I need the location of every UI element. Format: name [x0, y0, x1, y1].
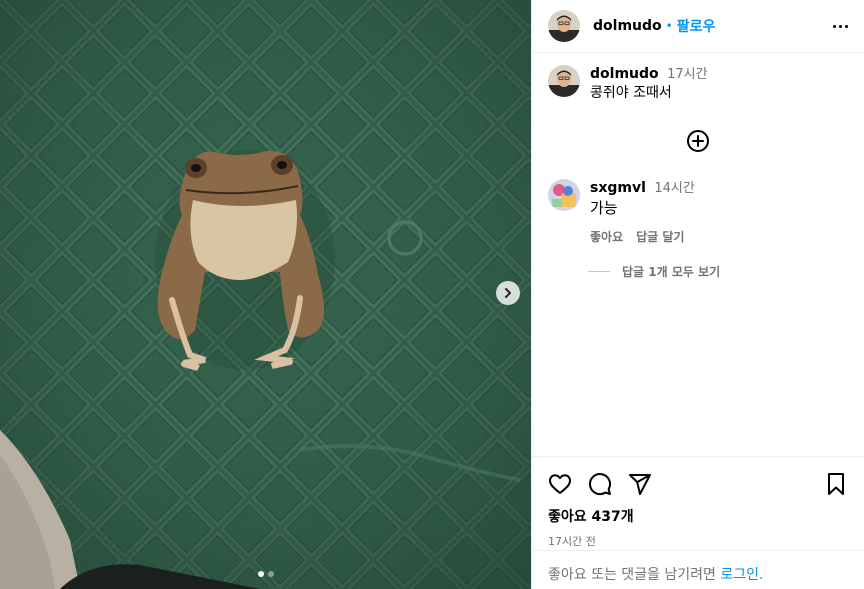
post-time-ago[interactable]: 17시간 전	[548, 533, 848, 549]
heart-icon[interactable]	[548, 472, 572, 496]
login-prompt-text: 좋아요 또는 댓글을 남기려면	[548, 567, 721, 583]
login-link[interactable]: 로그인	[720, 567, 759, 583]
replies-divider	[588, 271, 610, 272]
view-replies-button[interactable]: 답글 1개 모두 보기	[588, 263, 848, 280]
likes-count[interactable]: 좋아요 437개	[548, 506, 848, 526]
comment-reply-button[interactable]: 답글 달기	[636, 228, 684, 245]
post-media[interactable]	[0, 0, 531, 589]
post-photo	[0, 0, 531, 589]
caption-username[interactable]: dolmudo	[590, 66, 659, 82]
caption-text: 콩쥐야 조때서	[590, 85, 672, 101]
next-slide-button[interactable]	[496, 281, 520, 305]
carousel-dot-active	[257, 571, 264, 577]
comment-username[interactable]: sxgmvl	[590, 180, 646, 196]
share-icon[interactable]	[628, 472, 652, 496]
view-replies-label: 답글 1개 모두 보기	[622, 265, 721, 279]
post-side-panel: dolmudo • 팔로우 dolmudo 17시간 콩쥐야 조때서 sxgmv…	[531, 0, 864, 589]
login-prompt: 좋아요 또는 댓글을 남기려면 로그인.	[532, 550, 864, 584]
comment-item: sxgmvl 14시간 가능 좋아요 답글 달기	[548, 179, 848, 245]
separator-dot: •	[665, 19, 673, 33]
caption-avatar[interactable]	[548, 65, 580, 97]
comment-time[interactable]: 14시간	[654, 181, 694, 196]
author-avatar[interactable]	[548, 10, 580, 42]
carousel-dot	[267, 571, 274, 577]
login-prompt-suffix: .	[759, 567, 764, 583]
avatar-image	[548, 179, 580, 211]
comment-icon[interactable]	[588, 472, 612, 496]
comment-like-button[interactable]: 좋아요	[590, 228, 623, 245]
carousel-dots	[0, 571, 531, 577]
bookmark-icon[interactable]	[824, 472, 848, 496]
commenter-avatar[interactable]	[548, 179, 580, 211]
caption: dolmudo 17시간 콩쥐야 조때서	[548, 65, 848, 102]
comments-section: dolmudo 17시간 콩쥐야 조때서 sxgmvl 14시간 가능 좋아요 …	[532, 53, 864, 280]
plus-circle-icon[interactable]	[686, 129, 710, 153]
post-actions: 좋아요 437개 17시간 전	[532, 456, 864, 549]
avatar-image	[548, 65, 580, 97]
avatar-image	[548, 10, 580, 42]
more-horizontal-icon[interactable]	[833, 24, 848, 28]
comment-text: 가능	[590, 199, 618, 217]
caption-time[interactable]: 17시간	[667, 67, 707, 82]
follow-button[interactable]: 팔로우	[677, 16, 716, 36]
author-username[interactable]: dolmudo	[593, 18, 662, 34]
chevron-right-icon	[505, 288, 511, 298]
post-header: dolmudo • 팔로우	[532, 0, 864, 53]
